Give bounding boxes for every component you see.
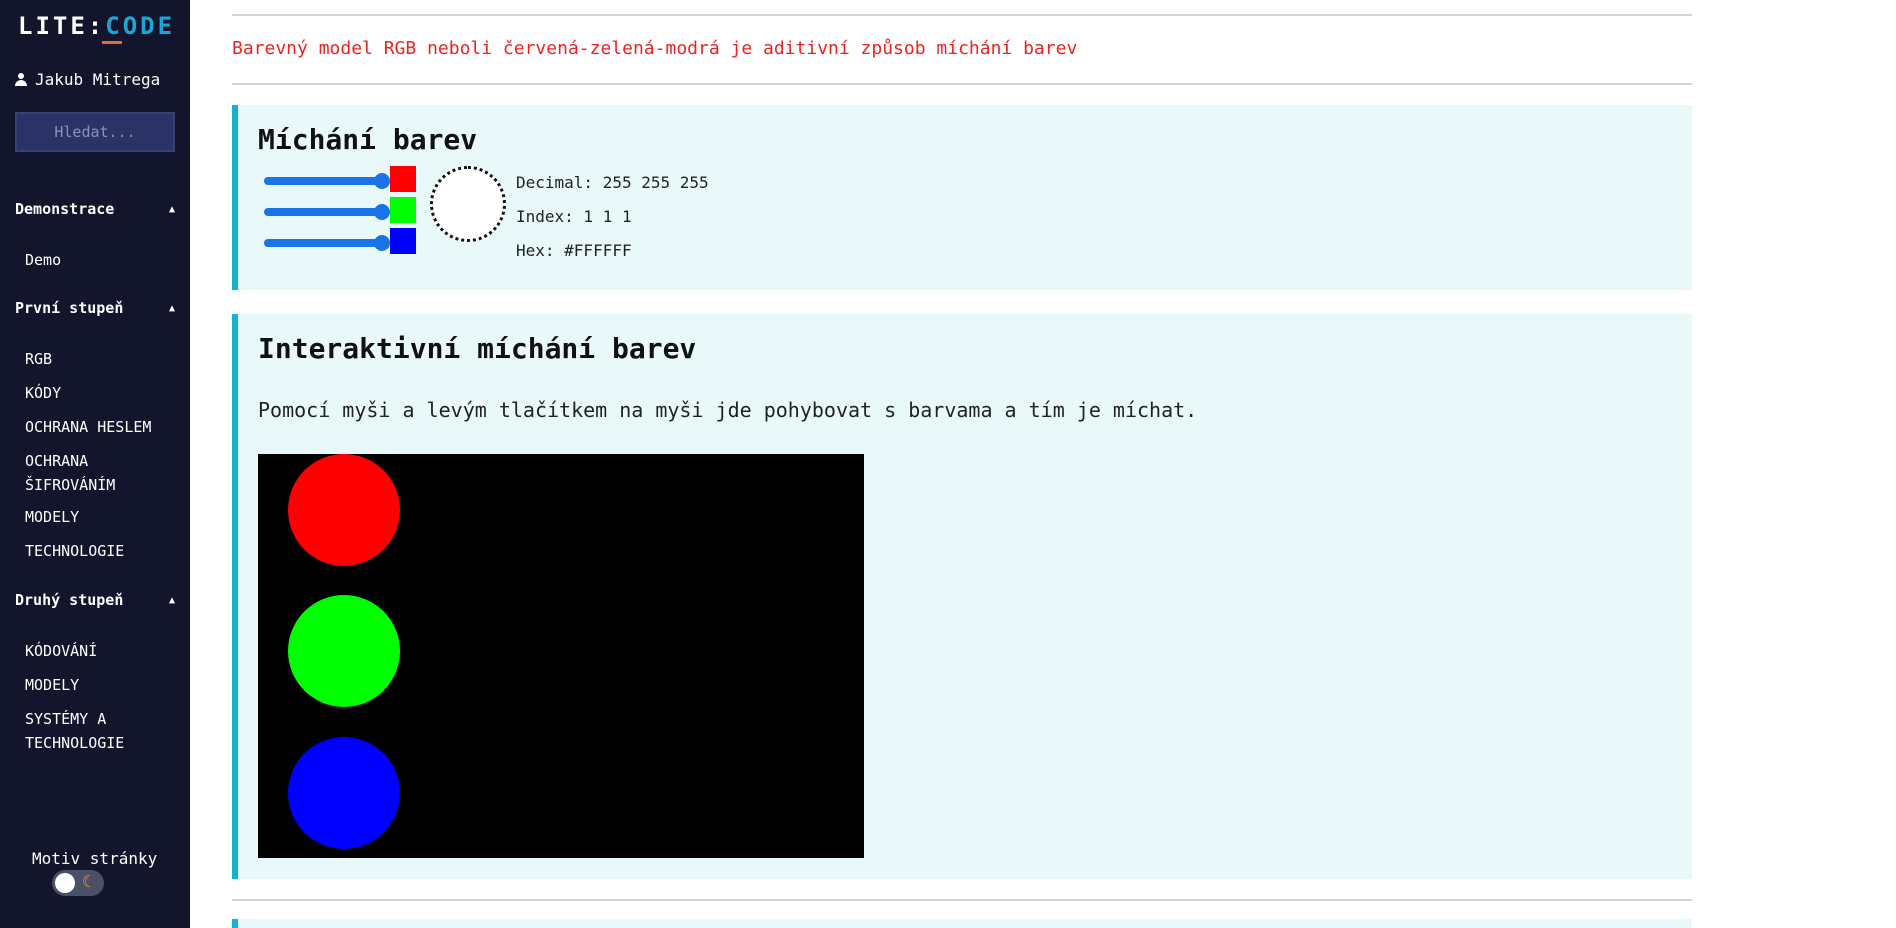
slider-thumb[interactable] — [374, 204, 390, 220]
sidebar-item-rgb[interactable]: RGB — [25, 347, 175, 371]
green-swatch — [390, 197, 416, 223]
user-info[interactable]: Jakub Mitrega — [15, 70, 160, 89]
red-swatch — [390, 166, 416, 192]
section-demonstrace[interactable]: Demonstrace ▲ — [15, 200, 175, 218]
sidebar-item-modely[interactable]: MODELY — [25, 505, 175, 529]
intro-text: Barevný model RGB neboli červená-zelená-… — [232, 38, 1078, 59]
sidebar-item-demo[interactable]: Demo — [25, 248, 175, 272]
slider-thumb[interactable] — [374, 173, 390, 189]
next-card — [232, 919, 1692, 928]
collapse-caret-icon: ▲ — [168, 302, 175, 314]
color-preview-circle — [430, 166, 506, 242]
sidebar: LITE:CODE Jakub Mitrega Demonstrace ▲ De… — [0, 0, 190, 928]
section-druhy-stupen[interactable]: Druhý stupeň ▲ — [15, 591, 175, 609]
red-slider[interactable] — [264, 173, 390, 189]
blue-slider[interactable] — [264, 235, 390, 251]
moon-icon: ☾ — [82, 872, 92, 891]
collapse-caret-icon: ▲ — [168, 203, 175, 215]
user-name: Jakub Mitrega — [35, 70, 161, 89]
divider — [232, 83, 1692, 85]
decimal-value: Decimal: 255 255 255 — [516, 173, 709, 192]
card-description: Pomocí myši a levým tlačítkem na myši jd… — [258, 398, 1198, 422]
color-mixer-card: Míchání barev Decimal: 255 255 255 Index… — [232, 105, 1692, 290]
user-icon — [15, 72, 27, 87]
logo-text-right: CODE — [105, 12, 176, 40]
interactive-mixing-card: Interaktivní míchání barev Pomocí myši a… — [232, 314, 1692, 879]
search-input[interactable] — [15, 112, 175, 152]
divider — [232, 899, 1692, 901]
sidebar-item-kody[interactable]: KÓDY — [25, 381, 175, 405]
sidebar-item-ochrana-heslem[interactable]: OCHRANA HESLEM — [25, 415, 175, 439]
slider-thumb[interactable] — [374, 235, 390, 251]
section-prvni-stupen[interactable]: První stupeň ▲ — [15, 299, 175, 317]
divider — [232, 14, 1692, 16]
card-title: Interaktivní míchání barev — [258, 332, 697, 365]
red-circle[interactable] — [288, 454, 400, 566]
sidebar-item-technologie[interactable]: TECHNOLOGIE — [25, 539, 175, 563]
toggle-knob — [55, 873, 75, 893]
logo-underline — [102, 41, 122, 44]
blue-circle[interactable] — [288, 737, 400, 849]
section-title: První stupeň — [15, 299, 124, 317]
green-slider[interactable] — [264, 204, 390, 220]
logo-text-left: LITE: — [18, 12, 106, 40]
collapse-caret-icon: ▲ — [168, 594, 175, 606]
sidebar-item-systemy-a-technologie[interactable]: SYSTÉMY A TECHNOLOGIE — [25, 707, 175, 755]
sidebar-item-modely-2[interactable]: MODELY — [25, 673, 175, 697]
mixing-canvas[interactable] — [258, 454, 864, 858]
theme-toggle[interactable]: ☾ — [52, 870, 104, 896]
theme-label: Motiv stránky — [32, 849, 158, 868]
sidebar-item-kodovani[interactable]: KÓDOVÁNÍ — [25, 639, 175, 663]
section-title: Demonstrace — [15, 200, 115, 218]
section-title: Druhý stupeň — [15, 591, 124, 609]
sidebar-item-ochrana-sifrovanim[interactable]: OCHRANA ŠIFROVÁNÍM — [25, 449, 175, 497]
blue-swatch — [390, 228, 416, 254]
site-logo[interactable]: LITE:CODE — [18, 12, 176, 44]
card-title: Míchání barev — [258, 123, 478, 156]
hex-value: Hex: #FFFFFF — [516, 241, 632, 260]
green-circle[interactable] — [288, 595, 400, 707]
index-value: Index: 1 1 1 — [516, 207, 632, 226]
